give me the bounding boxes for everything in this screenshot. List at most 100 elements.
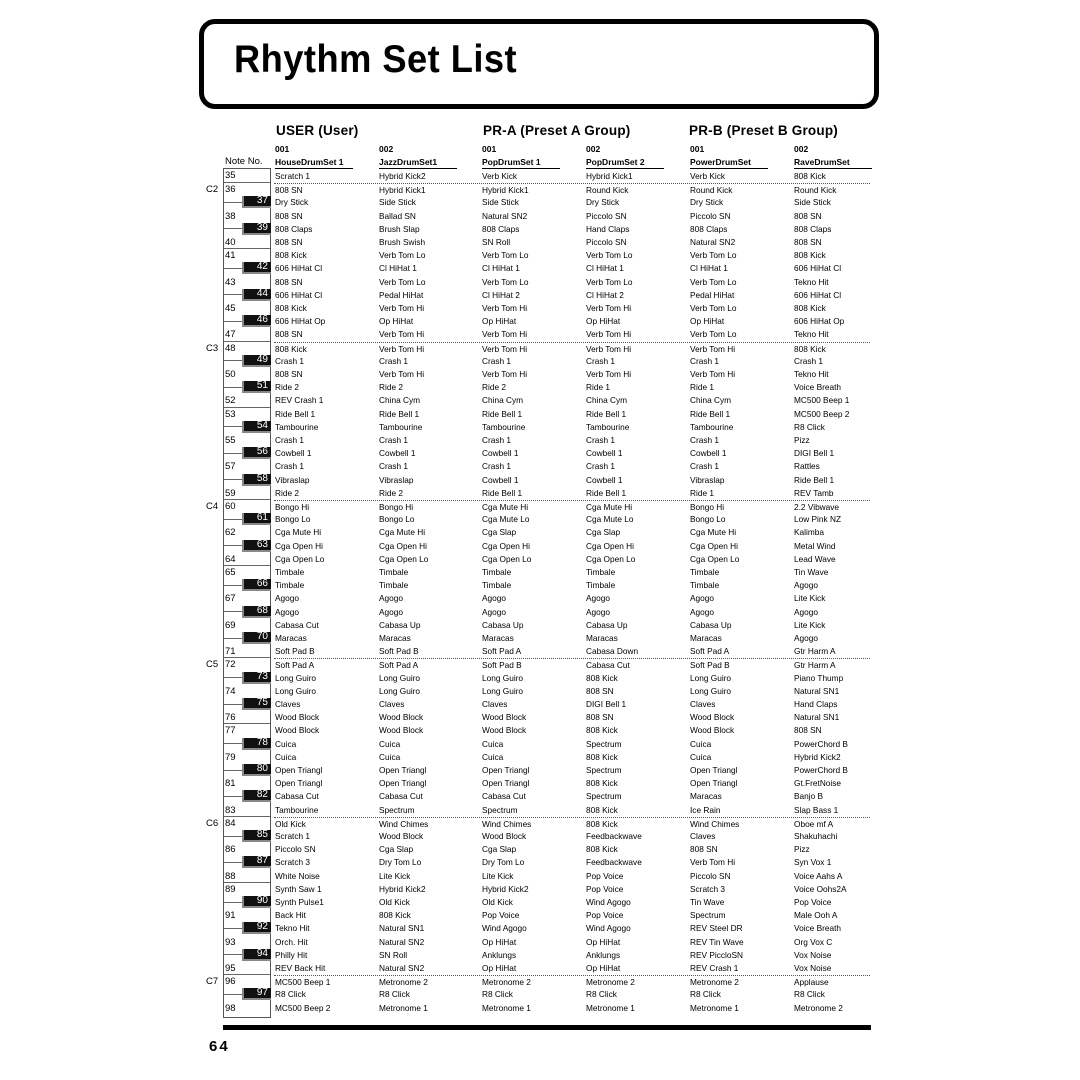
black-key: 56 bbox=[242, 446, 271, 460]
table-row: Timbale Timbale Timbale Timbale Timbale Tin W… bbox=[274, 566, 870, 579]
table-cell: 808 SN bbox=[794, 210, 822, 221]
column-number: 002 bbox=[794, 144, 809, 154]
table-cell: Voice Oohs2A bbox=[794, 883, 847, 894]
white-key-number: 53 bbox=[225, 408, 236, 420]
table-cell: Ride 2 bbox=[275, 382, 299, 393]
table-cell: Crash 1 bbox=[379, 461, 409, 472]
table-row: Philly Hit SN Roll Anklungs Anklungs REV Pic… bbox=[274, 949, 870, 962]
white-key-number: 86 bbox=[225, 844, 236, 856]
table-cell: Feedbackwave bbox=[586, 831, 642, 841]
table-cell: 808 SN bbox=[586, 685, 614, 696]
table-cell: Natural SN1 bbox=[794, 685, 840, 696]
table-row: Vibraslap Vibraslap Cowbell 1 Cowbell 1 Vibr… bbox=[274, 474, 870, 487]
black-key-number: 87 bbox=[256, 855, 268, 867]
table-cell: Spectrum bbox=[690, 910, 726, 921]
table-cell: Feedbackwave bbox=[586, 857, 642, 868]
table-cell: Tekno Hit bbox=[275, 923, 310, 934]
table-cell: Cl HiHat 1 bbox=[586, 263, 624, 274]
table-cell: Cl HiHat 1 bbox=[482, 263, 520, 274]
column-name: PopDrumSet 2 bbox=[586, 157, 664, 169]
table-cell: Verb Kick bbox=[690, 171, 726, 181]
table-cell: Long Guiro bbox=[379, 672, 421, 683]
table-cell: Pop Voice bbox=[586, 870, 624, 881]
table-cell: Wood Block bbox=[275, 712, 320, 723]
table-cell: Ride 2 bbox=[482, 382, 506, 393]
table-cell: Wood Block bbox=[690, 712, 735, 723]
table-cell: Crash 1 bbox=[482, 355, 512, 366]
table-cell: Pedal HiHat bbox=[690, 289, 735, 300]
table-cell: Ride Bell 1 bbox=[482, 408, 523, 419]
table-cell: Vibraslap bbox=[690, 474, 725, 485]
table-row: Scratch 3 Dry Tom Lo Dry Tom Lo Feedbackwav… bbox=[274, 856, 870, 869]
table-cell: Tambourine bbox=[275, 421, 319, 432]
table-cell: Voice Aahs A bbox=[794, 870, 843, 881]
table-row: Cga Open Lo Cga Open Lo Cga Open Lo Cga Ope… bbox=[274, 553, 870, 566]
table-cell: Ride Bell 1 bbox=[379, 408, 420, 419]
table-cell: Metronome 2 bbox=[482, 977, 531, 988]
table-cell: Soft Pad B bbox=[275, 646, 315, 657]
table-row: REV Crash 1 China Cym China Cym China Cym Ch… bbox=[274, 394, 870, 407]
table-cell: Back Hit bbox=[275, 910, 306, 921]
table-cell: Tekno Hit bbox=[794, 369, 829, 379]
table-cell: Op HiHat bbox=[586, 963, 621, 973]
table-cell: Crash 1 bbox=[690, 461, 720, 472]
table-cell: Hybrid Kick2 bbox=[379, 171, 426, 181]
black-key-number: 66 bbox=[256, 578, 268, 590]
table-cell: Soft Pad A bbox=[482, 646, 522, 657]
black-key-number: 54 bbox=[256, 419, 268, 431]
table-row: 808 Kick Verb Tom Lo Verb Tom Lo Verb Tom L… bbox=[274, 249, 870, 262]
black-key: 63 bbox=[242, 539, 271, 552]
table-cell: REV Back Hit bbox=[275, 963, 326, 973]
table-cell: Bongo Hi bbox=[379, 502, 414, 512]
table-row: Cabasa Cut Cabasa Cut Cabasa Cut Spectrum Ma… bbox=[274, 790, 870, 803]
table-cell: Bongo Lo bbox=[379, 514, 415, 525]
table-cell: Kalimba bbox=[794, 527, 824, 538]
table-cell: 606 HiHat Cl bbox=[794, 263, 842, 274]
table-cell: Piccolo SN bbox=[586, 237, 627, 247]
table-row: Ride 2 Ride 2 Ride 2 Ride 1 Ride 1 Voice Brea… bbox=[274, 381, 870, 394]
table-cell: 808 Kick bbox=[586, 804, 618, 815]
table-cell: White Noise bbox=[275, 870, 320, 881]
table-cell: Cga Mute Hi bbox=[379, 527, 426, 538]
table-cell: Vibraslap bbox=[275, 474, 310, 485]
table-cell: Agogo bbox=[794, 606, 818, 617]
table-cell: Long Guiro bbox=[690, 672, 732, 683]
table-row: REV Back Hit Natural SN2 Op HiHat Op HiHat R… bbox=[274, 962, 870, 975]
table-cell: Spectrum bbox=[586, 791, 622, 802]
table-cell: Agogo bbox=[690, 593, 714, 604]
black-key: 92 bbox=[242, 921, 271, 935]
table-row: Cabasa Cut Cabasa Up Cabasa Up Cabasa Up Cab… bbox=[274, 619, 870, 632]
table-cell: Cowbell 1 bbox=[586, 474, 623, 485]
table-cell: Tekno Hit bbox=[794, 329, 829, 340]
black-key-number: 46 bbox=[256, 314, 268, 326]
table-row: MC500 Beep 2 Metronome 1 Metronome 1 Metron… bbox=[274, 1002, 870, 1015]
table-row: 606 HiHat Op Op HiHat Op HiHat Op HiHat Op H… bbox=[274, 315, 870, 328]
table-cell: Gtr Harm A bbox=[794, 646, 836, 657]
table-row: Cuica Cuica Cuica 808 Kick Cuica Hybrid Kick2 bbox=[274, 751, 870, 764]
table-cell: Piano Thump bbox=[794, 672, 844, 683]
table-cell: Natural SN2 bbox=[379, 936, 425, 947]
table-row: Cga Open Hi Cga Open Hi Cga Open Hi Cga Ope… bbox=[274, 540, 870, 553]
table-cell: Long Guiro bbox=[482, 685, 524, 696]
table-row: Agogo Agogo Agogo Agogo Agogo Agogo bbox=[274, 606, 870, 619]
table-cell: Round Kick bbox=[794, 185, 837, 196]
table-row: R8 Click R8 Click R8 Click R8 Click R8 Click… bbox=[274, 988, 870, 1001]
table-cell: Cowbell 1 bbox=[379, 448, 416, 459]
table-row: Scratch 1 Hybrid Kick2 Verb Kick Hybrid Kic… bbox=[274, 170, 870, 183]
page-number: 64 bbox=[209, 1038, 230, 1055]
black-key: 97 bbox=[242, 987, 271, 1001]
table-cell: Natural SN2 bbox=[482, 210, 528, 221]
table-row: Cga Mute Hi Cga Mute Hi Cga Slap Cga Slap Cg… bbox=[274, 526, 870, 539]
black-key: 78 bbox=[242, 737, 271, 750]
table-cell: Agogo bbox=[586, 593, 610, 604]
black-key: 58 bbox=[242, 473, 271, 486]
table-cell: Bongo Hi bbox=[275, 502, 310, 512]
table-cell: Op HiHat bbox=[586, 316, 621, 327]
white-key-number: 60 bbox=[225, 501, 236, 512]
white-key-number: 67 bbox=[225, 593, 236, 605]
black-key-number: 56 bbox=[256, 446, 268, 458]
table-row: Dry Stick Side Stick Side Stick Dry Stick Dr… bbox=[274, 196, 870, 209]
table-cell: Hybrid Kick2 bbox=[794, 751, 841, 762]
table-cell: China Cym bbox=[379, 395, 421, 406]
white-key: 35 bbox=[224, 169, 270, 182]
